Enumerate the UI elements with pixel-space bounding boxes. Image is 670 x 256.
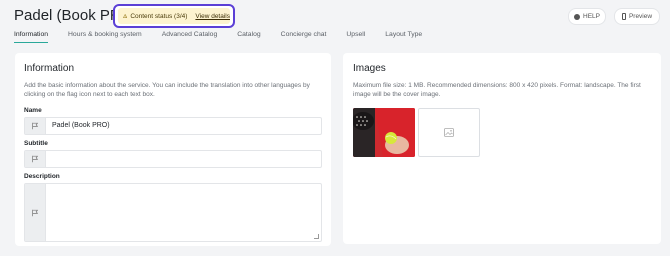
tab-hours-booking[interactable]: Hours & booking system [68,31,142,43]
preview-button[interactable]: Preview [614,8,660,25]
add-image-slot[interactable] [418,108,480,157]
subtitle-input[interactable] [46,151,52,167]
description-label: Description [24,173,60,180]
images-title: Images [353,63,386,74]
tab-concierge-chat[interactable]: Concierge chat [281,31,327,43]
name-input[interactable]: Padel (Book PRO) [46,118,110,134]
image-placeholder-icon [444,128,454,137]
tab-bar: Information Hours & booking system Advan… [14,31,442,43]
name-label: Name [24,107,42,114]
images-panel: Images Maximum file size: 1 MB. Recommen… [343,53,661,244]
resize-handle[interactable] [314,234,319,239]
warning-icon [123,13,128,18]
images-description: Maximum file size: 1 MB. Recommended dim… [353,82,641,98]
subtitle-translate-button[interactable] [25,151,46,167]
content-status-text: Content status (3/4) [130,12,188,20]
description-field[interactable] [24,183,322,242]
padel-photo [353,108,415,157]
content-status-box: Content status (3/4) View details [113,4,235,28]
page-header: Padel (Book PRO) Content status (3/4) Vi… [0,0,670,52]
view-details-link[interactable]: View details [195,13,230,20]
name-field[interactable]: Padel (Book PRO) [24,117,322,135]
help-button[interactable]: HELP [568,8,606,25]
subtitle-field[interactable] [24,150,322,168]
description-textarea[interactable] [46,184,52,241]
name-translate-button[interactable] [25,118,46,134]
tab-upsell[interactable]: Upsell [346,31,365,43]
content-status-badge: Content status (3/4) View details [118,8,230,24]
flag-icon [32,209,39,216]
tab-layout-type[interactable]: Layout Type [385,31,422,43]
information-panel: Information Add the basic information ab… [15,53,331,246]
preview-label: Preview [628,13,653,20]
subtitle-label: Subtitle [24,140,48,147]
cover-image[interactable] [353,108,415,157]
tab-catalog[interactable]: Catalog [237,31,260,43]
mobile-icon [621,13,626,20]
information-title: Information [24,63,75,74]
help-label: HELP [583,13,600,20]
flag-icon [32,122,39,130]
help-icon [574,13,580,20]
tab-advanced-catalog[interactable]: Advanced Catalog [162,31,218,43]
information-description: Add the basic information about the serv… [24,82,310,98]
flag-icon [32,155,39,163]
description-translate-button[interactable] [25,184,46,241]
tab-information[interactable]: Information [14,31,49,43]
